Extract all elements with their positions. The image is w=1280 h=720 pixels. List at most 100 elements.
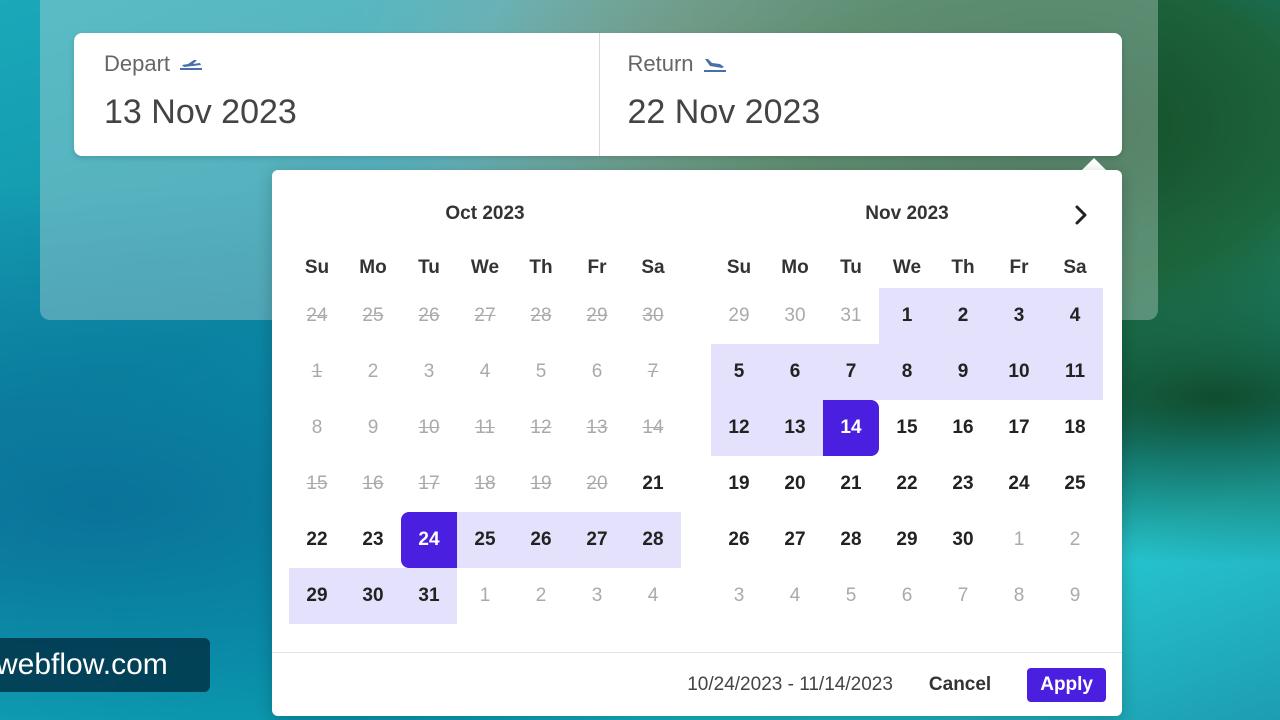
- calendar-day: 29: [586, 305, 608, 326]
- calendar-day: 17: [418, 473, 440, 494]
- calendar-day[interactable]: 31: [823, 288, 879, 344]
- depart-label: Depart: [104, 51, 171, 76]
- weekday-label: Th: [529, 257, 553, 278]
- return-value: 22 Nov 2023: [627, 93, 821, 131]
- depart-value: 13 Nov 2023: [104, 93, 297, 131]
- calendar-day: 30: [642, 305, 664, 326]
- calendar-day[interactable]: 9: [345, 400, 401, 456]
- calendar-day[interactable]: 5: [711, 344, 767, 400]
- picker-caret: [1082, 158, 1106, 170]
- calendar-day[interactable]: 21: [823, 456, 879, 512]
- calendar-day[interactable]: 29: [879, 512, 935, 568]
- calendar-day[interactable]: 8: [879, 344, 935, 400]
- calendar-day[interactable]: 30: [345, 568, 401, 624]
- week-row: 15 16 17 18 19 20 21: [289, 456, 681, 512]
- calendar-day[interactable]: 9: [935, 344, 991, 400]
- calendar-day[interactable]: 26: [711, 512, 767, 568]
- depart-field[interactable]: Depart 13 Nov 2023: [74, 33, 599, 156]
- selected-day[interactable]: 14: [823, 400, 879, 456]
- calendar-day[interactable]: 10: [991, 344, 1047, 400]
- calendar-day[interactable]: 18: [1047, 400, 1103, 456]
- weekday-label: Sa: [1063, 257, 1087, 278]
- calendar-day[interactable]: 28: [625, 512, 681, 568]
- calendar-day[interactable]: 27: [569, 512, 625, 568]
- calendar-day[interactable]: 5: [513, 344, 569, 400]
- calendar-day[interactable]: 2: [935, 288, 991, 344]
- calendar-day[interactable]: 6: [879, 568, 935, 624]
- selected-range-text: 10/24/2023 - 11/14/2023: [687, 674, 893, 695]
- calendar-day[interactable]: 7: [935, 568, 991, 624]
- apply-button[interactable]: Apply: [1027, 668, 1106, 702]
- calendar-day[interactable]: 23: [935, 456, 991, 512]
- week-row: 29 30 31 1 2 3 4: [711, 288, 1103, 344]
- calendar-day[interactable]: 17: [991, 400, 1047, 456]
- weekday-label: Fr: [587, 257, 607, 278]
- cancel-button[interactable]: Cancel: [923, 673, 997, 697]
- calendar-day: 11: [475, 417, 495, 438]
- calendar-day[interactable]: 20: [767, 456, 823, 512]
- calendar-day[interactable]: 22: [879, 456, 935, 512]
- next-month-button[interactable]: [1066, 200, 1096, 230]
- week-row: 12 13 14 15 16 17 18: [711, 400, 1103, 456]
- calendar-day[interactable]: 2: [513, 568, 569, 624]
- week-row: 22 23 24 25 26 27 28: [289, 512, 681, 568]
- week-row: 1 23456 7: [289, 344, 681, 400]
- calendar-day[interactable]: 6: [767, 344, 823, 400]
- calendar-day: 16: [362, 473, 384, 494]
- calendar-day[interactable]: 3: [991, 288, 1047, 344]
- calendar-day[interactable]: 22: [289, 512, 345, 568]
- return-field[interactable]: Return 22 Nov 2023: [598, 33, 1123, 156]
- calendar-day[interactable]: 15: [879, 400, 935, 456]
- weekday-label: Mo: [359, 257, 387, 278]
- calendar-day[interactable]: 1: [879, 288, 935, 344]
- week-row: 8 9 10 11 12 13 14: [289, 400, 681, 456]
- calendar-day[interactable]: 23: [345, 512, 401, 568]
- calendar-day[interactable]: 2: [345, 344, 401, 400]
- calendar-day[interactable]: 3: [711, 568, 767, 624]
- calendar-day[interactable]: 8: [289, 400, 345, 456]
- calendar-day[interactable]: 3: [569, 568, 625, 624]
- calendar-day[interactable]: 1: [457, 568, 513, 624]
- calendar-day[interactable]: 31: [401, 568, 457, 624]
- calendar-day[interactable]: 19: [711, 456, 767, 512]
- calendar-day[interactable]: 2: [1047, 512, 1103, 568]
- calendar-day[interactable]: 4: [625, 568, 681, 624]
- calendar-day: 7: [647, 361, 659, 382]
- calendar-day[interactable]: 30: [935, 512, 991, 568]
- calendar-day[interactable]: 13: [767, 400, 823, 456]
- calendar-day[interactable]: 7: [823, 344, 879, 400]
- calendar-day[interactable]: 24: [991, 456, 1047, 512]
- calendar-day[interactable]: 21: [625, 456, 681, 512]
- calendar-day[interactable]: 9: [1047, 568, 1103, 624]
- calendar-day[interactable]: 26: [513, 512, 569, 568]
- calendar-day[interactable]: 29: [289, 568, 345, 624]
- calendar-day[interactable]: 28: [823, 512, 879, 568]
- weekday-label: We: [470, 257, 500, 278]
- date-range-picker: Oct 2023 Su Mo Tu We Th Fr Sa 24 25 26 27 28 29 30 1 2…: [272, 170, 1122, 716]
- calendar-day[interactable]: 30: [767, 288, 823, 344]
- calendar-day[interactable]: 3: [401, 344, 457, 400]
- calendar-day[interactable]: 4: [1047, 288, 1103, 344]
- weekday-label: Fr: [1009, 257, 1029, 278]
- calendar-day: 26: [418, 305, 440, 326]
- calendar-day[interactable]: 4: [457, 344, 513, 400]
- calendar-day[interactable]: 12: [711, 400, 767, 456]
- selected-day[interactable]: 24: [401, 512, 457, 568]
- calendar-day[interactable]: 25: [457, 512, 513, 568]
- calendar-day[interactable]: 25: [1047, 456, 1103, 512]
- month-title: Oct 2023: [445, 203, 525, 224]
- month-calendar: Nov 2023 Su Mo Tu We Th Fr Sa 29 30 31 1 2 3 4 5 6 7 8 9 1…: [711, 170, 1103, 624]
- calendar-day[interactable]: 8: [991, 568, 1047, 624]
- calendar-day[interactable]: 4: [767, 568, 823, 624]
- calendar-day[interactable]: 16: [935, 400, 991, 456]
- calendar-day: 24: [306, 305, 328, 326]
- weekday-label: Sa: [641, 257, 665, 278]
- calendar-day[interactable]: 11: [1047, 344, 1103, 400]
- return-label: Return: [627, 51, 694, 76]
- calendar-day: 15: [306, 473, 328, 494]
- calendar-day[interactable]: 1: [991, 512, 1047, 568]
- calendar-day[interactable]: 5: [823, 568, 879, 624]
- calendar-day[interactable]: 29: [711, 288, 767, 344]
- calendar-day[interactable]: 27: [767, 512, 823, 568]
- calendar-day[interactable]: 6: [569, 344, 625, 400]
